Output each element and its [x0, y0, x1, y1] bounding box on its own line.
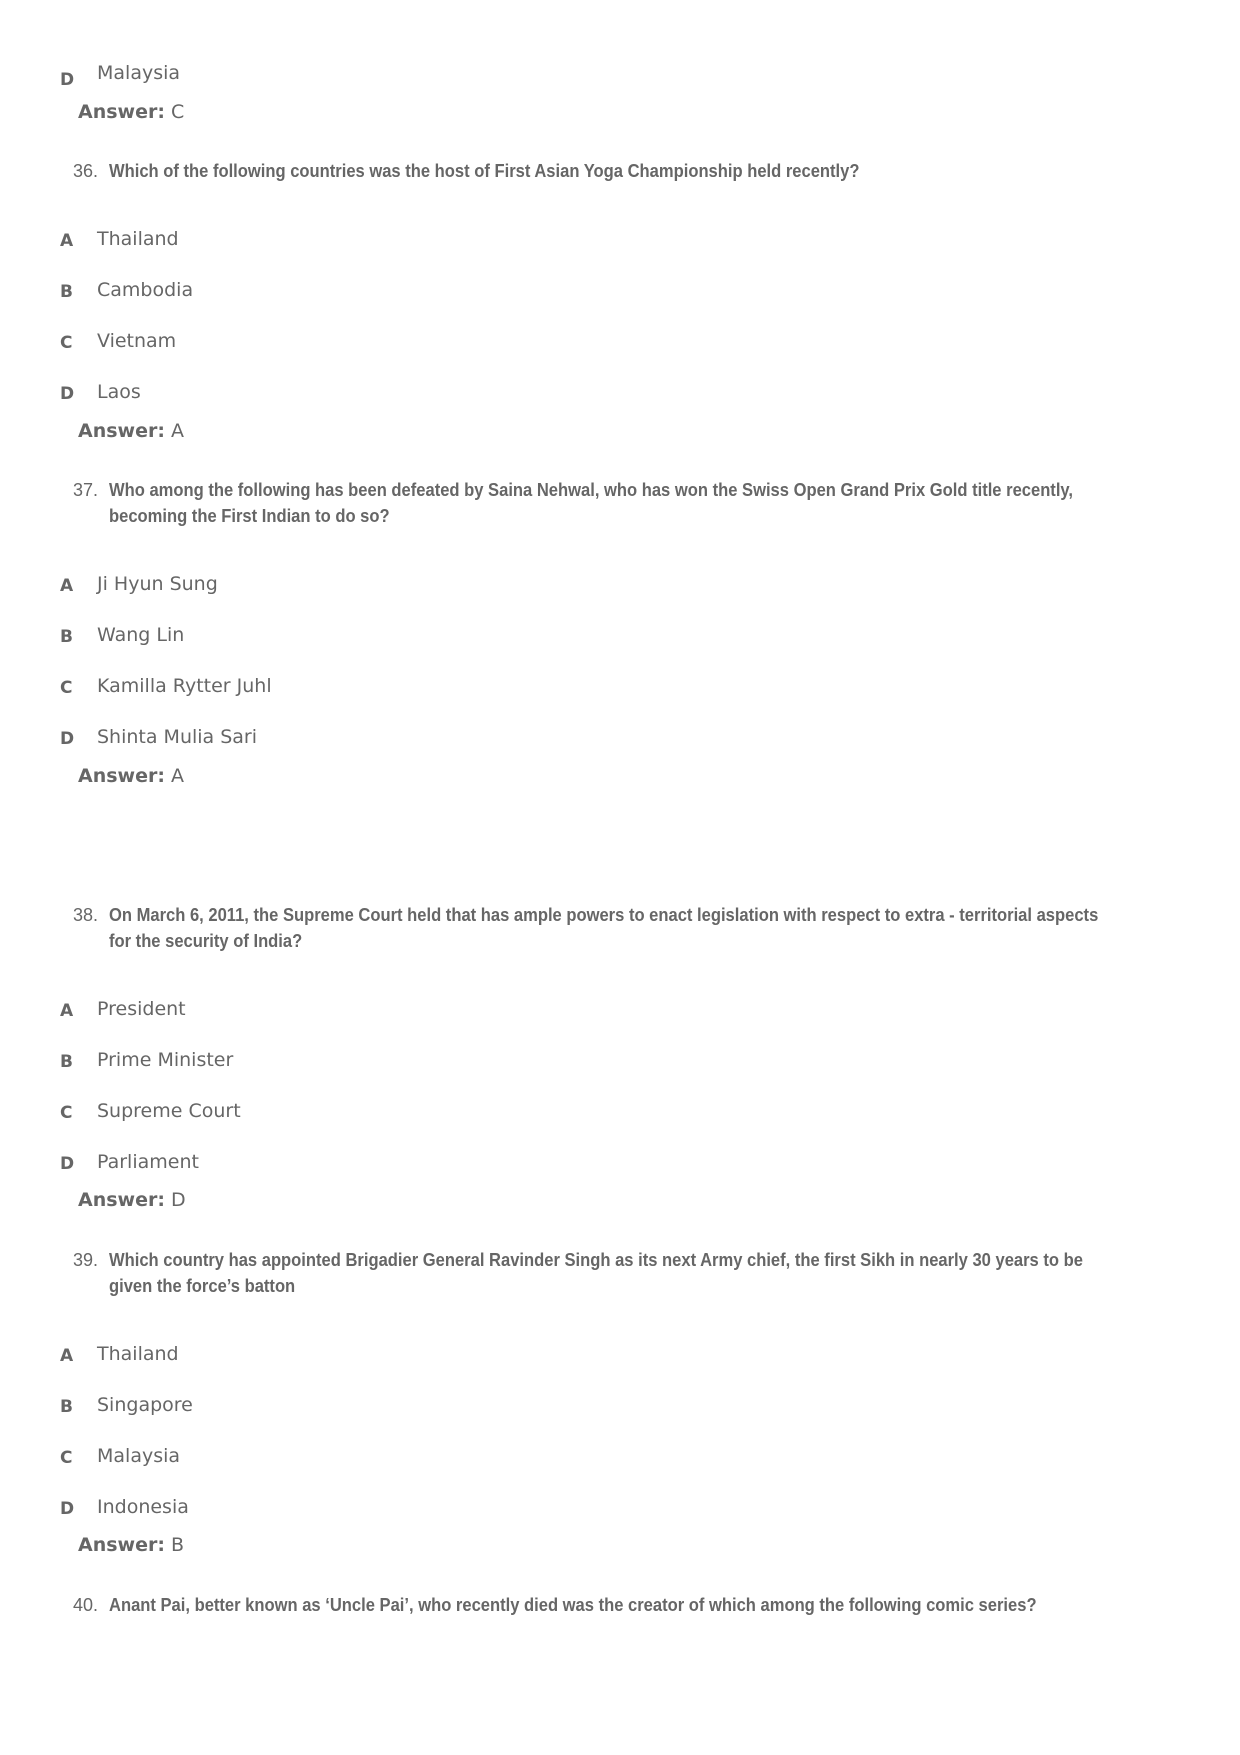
- option-text: Supreme Court: [97, 1100, 241, 1122]
- answer-line: Answer: B: [78, 1534, 184, 1556]
- question-text-line: becoming the First Indian to do so?: [109, 506, 390, 526]
- option-text: Cambodia: [97, 279, 194, 301]
- option-text: Laos: [97, 381, 141, 403]
- answer-label: Answer:: [78, 1189, 165, 1211]
- answer-value: C: [171, 101, 185, 123]
- option-letter: B: [60, 282, 73, 302]
- question-text-line: Who among the following has been defeate…: [109, 480, 1074, 500]
- option-text: Thailand: [97, 1343, 179, 1365]
- question-text: Anant Pai, better known as ‘Uncle Pai’, …: [109, 1595, 1037, 1615]
- question-text-line: On March 6, 2011, the Supreme Court held…: [109, 905, 1099, 925]
- question-text: Which country has appointed Brigadier Ge…: [109, 1247, 1176, 1299]
- answer-label: Answer:: [78, 420, 165, 442]
- option-text: Kamilla Rytter Juhl: [97, 675, 272, 697]
- option-letter: C: [60, 1103, 73, 1123]
- answer-value: B: [171, 1534, 185, 1556]
- option-letter: D: [60, 70, 75, 90]
- question-number: 40.: [73, 1595, 99, 1615]
- option-text: Malaysia: [97, 1445, 181, 1467]
- option-text: Vietnam: [97, 330, 177, 352]
- question-number: 36.: [73, 161, 99, 181]
- option-text: Singapore: [97, 1394, 193, 1416]
- question-text-line: for the security of India?: [109, 931, 303, 951]
- answer-line: Answer: A: [78, 765, 184, 787]
- option-letter: B: [60, 1052, 73, 1072]
- answer-line: Answer: A: [78, 420, 184, 442]
- question-text-line: given the force’s batton: [109, 1276, 296, 1296]
- option-letter: D: [60, 384, 75, 404]
- answer-value: A: [171, 765, 184, 787]
- option-letter: A: [60, 1001, 74, 1021]
- option-letter: B: [60, 627, 73, 647]
- question-number: 39.: [73, 1250, 99, 1270]
- answer-label: Answer:: [78, 101, 165, 123]
- option-text: President: [97, 998, 186, 1020]
- answer-label: Answer:: [78, 765, 165, 787]
- option-letter: D: [60, 1499, 75, 1519]
- question-text: Which of the following countries was the…: [109, 161, 860, 181]
- option-text: Thailand: [97, 228, 179, 250]
- option-letter: C: [60, 333, 73, 353]
- option-letter: A: [60, 576, 74, 596]
- option-text: Prime Minister: [97, 1049, 234, 1071]
- answer-label: Answer:: [78, 1534, 165, 1556]
- answer-value: D: [171, 1189, 186, 1211]
- answer-line: Answer: D: [78, 1189, 186, 1211]
- option-text: Wang Lin: [97, 624, 185, 646]
- question-text: On March 6, 2011, the Supreme Court held…: [109, 902, 1176, 954]
- option-text: Malaysia: [97, 62, 181, 84]
- option-text: Indonesia: [97, 1496, 189, 1518]
- option-letter: C: [60, 678, 73, 698]
- question-number: 38.: [73, 905, 99, 925]
- option-text: Ji Hyun Sung: [97, 573, 218, 595]
- option-letter: C: [60, 1448, 73, 1468]
- answer-line: Answer: C: [78, 101, 184, 123]
- option-text: Parliament: [97, 1151, 199, 1173]
- option-text: Shinta Mulia Sari: [97, 726, 258, 748]
- question-text: Who among the following has been defeate…: [109, 477, 1176, 529]
- option-letter: A: [60, 1346, 74, 1366]
- option-letter: D: [60, 729, 75, 749]
- question-number: 37.: [73, 480, 99, 500]
- option-letter: A: [60, 231, 74, 251]
- question-text-line: Which country has appointed Brigadier Ge…: [109, 1250, 1083, 1270]
- option-letter: B: [60, 1397, 73, 1417]
- option-letter: D: [60, 1154, 75, 1174]
- answer-value: A: [171, 420, 184, 442]
